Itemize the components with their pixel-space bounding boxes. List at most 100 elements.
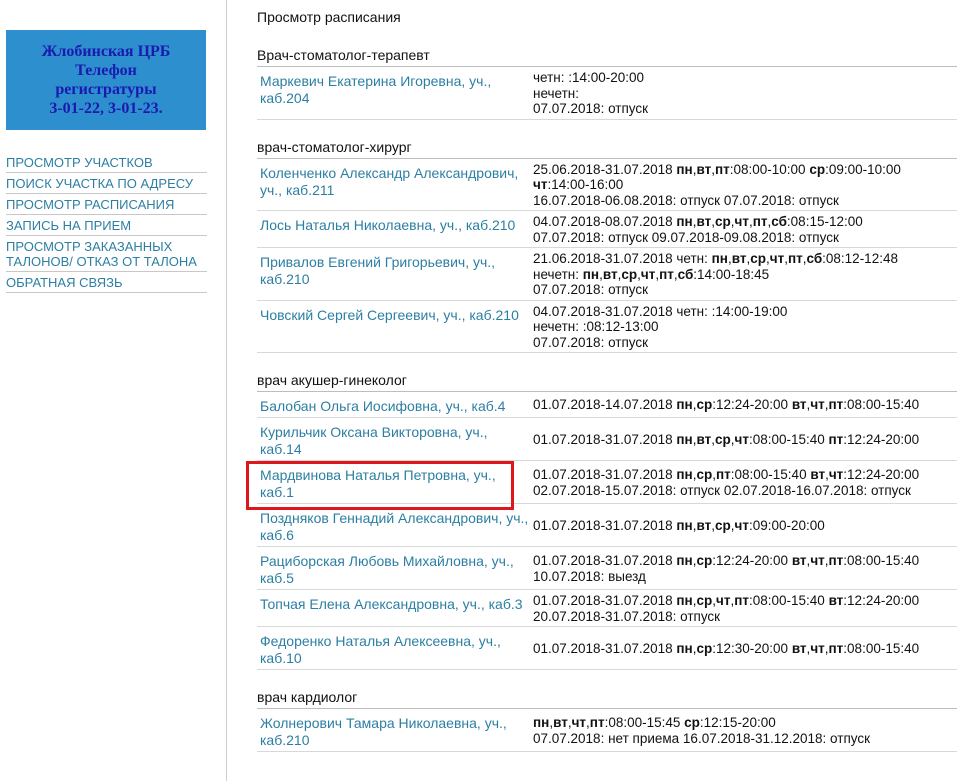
column-divider <box>226 0 227 781</box>
doctor-cell: Привалов Евгений Григорьевич, уч., каб.2… <box>257 253 533 288</box>
schedule-cell: 01.07.2018-31.07.2018 пн,вт,ср,чт:09:00-… <box>533 518 957 534</box>
doctor-row: Поздняков Геннадий Александрович, уч., к… <box>257 504 957 547</box>
banner-line: регистратуры <box>55 81 157 98</box>
schedule-line: 01.07.2018-31.07.2018 пн,ср:12:24-20:00 … <box>533 553 920 568</box>
doctor-row: Курильчик Оксана Викторовна, уч., каб.14… <box>257 418 957 461</box>
nav-menu: Просмотр участков Поиск участка по адресу… <box>6 152 207 293</box>
schedule-line: 10.07.2018: выезд <box>533 568 646 584</box>
schedule-line: 04.07.2018-31.07.2018 четн: :14:00-19:00 <box>533 303 788 319</box>
schedule-line: 07.07.2018: отпуск 09.07.2018-09.08.2018… <box>533 229 839 245</box>
specialty-section: врач акушер-гинеколог Балобан Ольга Иосиф… <box>246 371 957 670</box>
schedule-line: нечетн: <box>533 85 579 101</box>
doctor-link[interactable]: Коленченко Александр Александрович, уч.,… <box>260 165 518 198</box>
doctor-link[interactable]: Топчая Елена Александровна, уч., каб.3 <box>260 596 523 612</box>
doctor-cell: Курильчик Оксана Викторовна, уч., каб.14 <box>257 423 533 458</box>
schedule-cell: 21.06.2018-31.07.2018 четн: пн,вт,ср,чт,… <box>533 251 957 298</box>
specialty-section: врач-стоматолог-хирург Коленченко Алексан… <box>257 138 957 353</box>
schedule-line: 16.07.2018-06.08.2018: отпуск 07.07.2018… <box>533 192 839 208</box>
nav-link[interactable]: Просмотр расписания <box>6 194 207 214</box>
schedule-cell: 01.07.2018-31.07.2018 пн,ср,пт:08:00-15:… <box>533 467 957 498</box>
doctor-row: Коленченко Александр Александрович, уч.,… <box>257 159 957 211</box>
specialty-section: врач кардиолог Жолнерович Тамара Николаев… <box>257 688 957 752</box>
nav-item: Поиск участка по адресу <box>6 173 207 194</box>
doctor-link[interactable]: Поздняков Геннадий Александрович, уч., к… <box>260 510 528 543</box>
doctor-link[interactable]: Курильчик Оксана Викторовна, уч., каб.14 <box>260 424 488 457</box>
doctor-cell: Жолнерович Тамара Николаевна, уч., каб.2… <box>257 714 533 749</box>
schedule-cell: 01.07.2018-31.07.2018 пн,ср,чт,пт:08:00-… <box>533 593 957 624</box>
nav-item: Просмотр заказанных талонов/ отказ от та… <box>6 236 207 272</box>
doctor-link[interactable]: Лось Наталья Николаевна, уч., каб.210 <box>260 217 515 233</box>
schedule-line: 21.06.2018-31.07.2018 четн: пн,вт,ср,чт,… <box>533 251 898 266</box>
doctor-link[interactable]: Маркевич Екатерина Игоревна, уч., каб.20… <box>260 73 491 106</box>
page-title: Просмотр расписания <box>257 9 401 25</box>
banner-line: Телефон <box>75 62 137 79</box>
schedule-line: 01.07.2018-14.07.2018 пн,ср:12:24-20:00 … <box>533 397 920 413</box>
doctor-cell: Мардвинова Наталья Петровна, уч., каб.1 <box>257 466 533 501</box>
nav-link[interactable]: Просмотр заказанных талонов/ отказ от та… <box>6 236 207 271</box>
doctor-link[interactable]: Балобан Ольга Иосифовна, уч., каб.4 <box>260 398 505 414</box>
schedule-line: 25.06.2018-31.07.2018 пн,вт,пт:08:00-10:… <box>533 161 901 193</box>
schedule-line: 01.07.2018-31.07.2018 пн,ср:12:30-20:00 … <box>533 640 920 656</box>
hospital-banner: Жлобинская ЦРБ Телефон регистратуры 3-01-22… <box>6 30 206 130</box>
specialty-title: врач-стоматолог-хирург <box>257 138 957 159</box>
doctor-cell: Коленченко Александр Александрович, уч.,… <box>257 164 533 199</box>
doctor-row: Лось Наталья Николаевна, уч., каб.210 04.… <box>257 211 957 248</box>
doctor-cell: Маркевич Екатерина Игоревна, уч., каб.20… <box>257 72 533 107</box>
schedule-line: 07.07.2018: нет приема 16.07.2018-31.12.… <box>533 730 871 746</box>
nav-link[interactable]: Обратная связь <box>6 272 207 292</box>
schedule-line: 01.07.2018-31.07.2018 пн,ср,пт:08:00-15:… <box>533 467 920 482</box>
doctor-link[interactable]: Федоренко Наталья Алексеевна, уч., каб.1… <box>260 633 501 666</box>
doctor-row-highlighted: Мардвинова Наталья Петровна, уч., каб.1 0… <box>246 461 957 510</box>
nav-link[interactable]: Просмотр участков <box>6 152 207 172</box>
doctor-link[interactable]: Рацибoрская Любовь Михайловна, уч., каб.… <box>260 553 514 586</box>
schedule-cell: 01.07.2018-31.07.2018 пн,ср:12:24-20:00 … <box>533 553 957 584</box>
schedule-cell: 01.07.2018-31.07.2018 пн,вт,ср,чт:08:00-… <box>533 432 957 448</box>
doctor-link[interactable]: Мардвинова Наталья Петровна, уч., каб.1 <box>260 467 496 500</box>
doctor-cell: Балобан Ольга Иосифовна, уч., каб.4 <box>257 397 533 415</box>
doctor-row: Балобан Ольга Иосифовна, уч., каб.4 01.07… <box>257 392 957 418</box>
schedule-line: 07.07.2018: отпуск <box>533 334 649 350</box>
schedule-cell: четн: :14:00-20:00 нечетн: 07.07.2018: отп… <box>533 70 957 117</box>
doctor-row: Федоренко Наталья Алексеевна, уч., каб.1… <box>257 627 957 670</box>
doctor-row: Човский Сергей Сергеевич, уч., каб.210 04… <box>257 301 957 353</box>
sidebar: Жлобинская ЦРБ Телефон регистратуры 3-01-22… <box>6 30 207 293</box>
schedule-line: пн,вт,чт,пт:08:00-15:45 ср:12:15-20:00 <box>533 715 776 730</box>
nav-item: Запись на прием <box>6 215 207 236</box>
schedule-line: 07.07.2018: отпуск <box>533 101 649 116</box>
schedule-line: 02.07.2018-15.07.2018: отпуск 02.07.2018… <box>533 482 911 498</box>
doctor-cell: Лось Наталья Николаевна, уч., каб.210 <box>257 216 533 234</box>
specialty-section: Врач-стоматолог-терапевт Маркевич Екатери… <box>257 46 957 120</box>
doctor-cell: Рацибoрская Любовь Михайловна, уч., каб.… <box>257 552 533 587</box>
specialty-title: Врач-стоматолог-терапевт <box>257 46 957 67</box>
schedule-line: четн: :14:00-20:00 <box>533 70 645 85</box>
nav-link[interactable]: Поиск участка по адресу <box>6 173 207 193</box>
doctor-cell: Поздняков Геннадий Александрович, уч., к… <box>257 509 533 544</box>
doctor-cell: Човский Сергей Сергеевич, уч., каб.210 <box>257 306 533 324</box>
schedule-line: 04.07.2018-08.07.2018 пн,вт,ср,чт,пт,сб:… <box>533 214 863 229</box>
nav-item: Обратная связь <box>6 272 207 293</box>
doctor-cell: Федоренко Наталья Алексеевна, уч., каб.1… <box>257 632 533 667</box>
schedule-cell: 01.07.2018-14.07.2018 пн,ср:12:24-20:00 … <box>533 397 957 413</box>
specialty-title: врач кардиолог <box>257 688 957 709</box>
schedule-line: 01.07.2018-31.07.2018 пн,вт,ср,чт:09:00-… <box>533 517 825 533</box>
schedule-cell: пн,вт,чт,пт:08:00-15:45 ср:12:15-20:00 07… <box>533 715 957 746</box>
doctor-link[interactable]: Жолнерович Тамара Николаевна, уч., каб.2… <box>260 715 507 748</box>
doctor-link[interactable]: Човский Сергей Сергеевич, уч., каб.210 <box>260 307 519 323</box>
doctor-row: Рацибoрская Любовь Михайловна, уч., каб.… <box>257 547 957 590</box>
doctor-row: Топчая Елена Александровна, уч., каб.3 01… <box>257 590 957 627</box>
schedule-sections: Врач-стоматолог-терапевт Маркевич Екатери… <box>246 46 957 752</box>
doctor-row: Маркевич Екатерина Игоревна, уч., каб.20… <box>257 67 957 120</box>
schedule-line: нечетн: :08:12-13:00 <box>533 319 659 334</box>
nav-item: Просмотр участков <box>6 152 207 173</box>
specialty-title: врач акушер-гинеколог <box>257 371 957 392</box>
schedule-cell: 25.06.2018-31.07.2018 пн,вт,пт:08:00-10:… <box>533 162 957 209</box>
schedule-cell: 04.07.2018-08.07.2018 пн,вт,ср,чт,пт,сб:… <box>533 214 957 245</box>
banner-line: 3-01-22, 3-01-23. <box>49 100 163 117</box>
schedule-line: 20.07.2018-31.07.2018: отпуск <box>533 608 721 624</box>
nav-item: Просмотр расписания <box>6 194 207 215</box>
schedule-line: нечетн: пн,вт,ср,чт,пт,сб:14:00-18:45 <box>533 266 770 282</box>
schedule-cell: 04.07.2018-31.07.2018 четн: :14:00-19:00… <box>533 304 957 351</box>
nav-link[interactable]: Запись на прием <box>6 215 207 235</box>
doctor-link[interactable]: Привалов Евгений Григорьевич, уч., каб.2… <box>260 254 495 287</box>
schedule-cell: 01.07.2018-31.07.2018 пн,ср:12:30-20:00 … <box>533 641 957 657</box>
